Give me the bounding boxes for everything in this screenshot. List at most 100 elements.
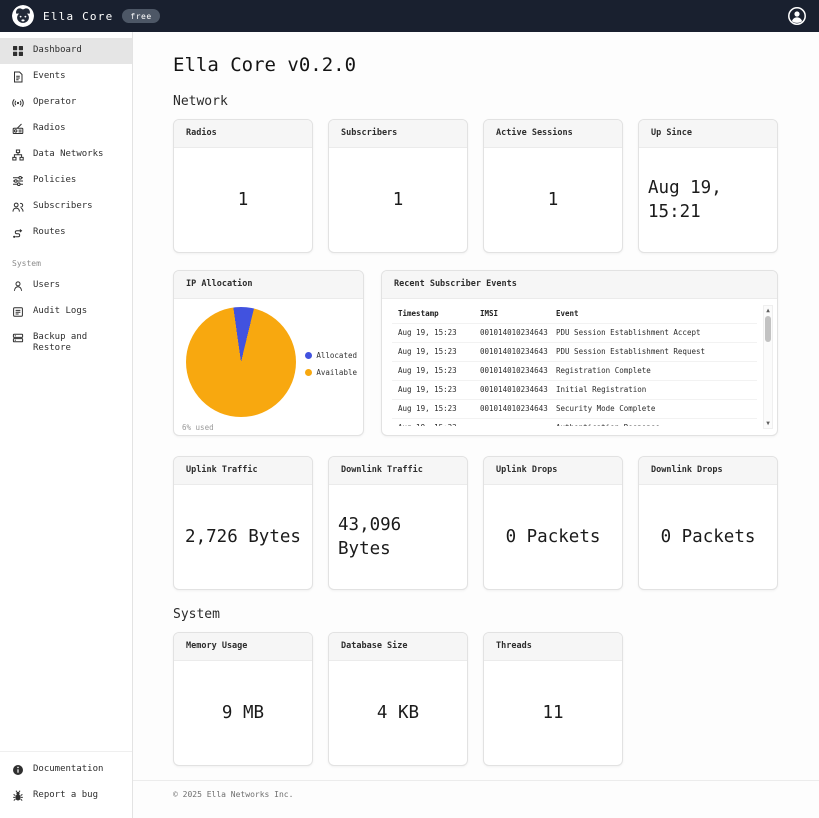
sidebar-item-label: Events: [33, 71, 66, 82]
system-stats-row: Memory Usage 9 MB Database Size 4 KB Thr…: [173, 632, 779, 766]
card-title: IP Allocation: [174, 271, 363, 299]
stat-value: 0 Packets: [661, 525, 756, 549]
cell-event: Authentication Response: [550, 419, 757, 427]
stat-value: 9 MB: [222, 701, 264, 725]
stat-card-uplink-traffic: Uplink Traffic 2,726 Bytes: [173, 456, 313, 590]
stat-card-downlink-traffic: Downlink Traffic 43,096 Bytes: [328, 456, 468, 590]
sidebar-item-documentation[interactable]: Documentation: [0, 757, 132, 783]
ip-usage-label: 6% used: [182, 423, 214, 432]
legend-item-available: Available: [305, 368, 357, 377]
recent-events-card: Recent Subscriber Events Timestamp IMSI …: [381, 270, 778, 436]
info-icon: [12, 764, 24, 776]
sidebar-item-label: Policies: [33, 175, 76, 186]
page-title: Ella Core v0.2.0: [173, 52, 779, 78]
people-icon: [12, 201, 24, 213]
dashboard-icon: [12, 45, 24, 57]
sidebar-item-report-bug[interactable]: Report a bug: [0, 783, 132, 809]
copyright-footer: © 2025 Ella Networks Inc.: [133, 780, 819, 799]
scroll-down-icon[interactable]: ▼: [766, 419, 770, 428]
cell-timestamp: Aug 19, 15:23: [392, 362, 474, 381]
sidebar-item-routes[interactable]: Routes: [0, 220, 132, 246]
card-title: Active Sessions: [484, 120, 622, 148]
sidebar-item-label: Subscribers: [33, 201, 93, 212]
sidebar-item-radios[interactable]: Radios: [0, 116, 132, 142]
backup-icon: [12, 332, 24, 344]
cell-event: PDU Session Establishment Request: [550, 343, 757, 362]
table-row: Aug 19, 15:23001014010234643Registration…: [392, 362, 757, 381]
cell-imsi: 001014010234643: [474, 381, 550, 400]
col-timestamp: Timestamp: [392, 305, 474, 324]
sidebar-item-label: Radios: [33, 123, 66, 134]
sidebar-item-events[interactable]: Events: [0, 64, 132, 90]
sidebar-item-label: Documentation: [33, 764, 103, 775]
card-title: Radios: [174, 120, 312, 148]
card-title: Up Since: [639, 120, 777, 148]
col-event: Event: [550, 305, 757, 324]
sliders-icon: [12, 175, 24, 187]
sidebar-item-policies[interactable]: Policies: [0, 168, 132, 194]
card-title: Subscribers: [329, 120, 467, 148]
ip-allocation-pie: [186, 307, 296, 417]
cell-event: Security Mode Complete: [550, 400, 757, 419]
cell-timestamp: Aug 19, 15:23: [392, 381, 474, 400]
cell-event: Registration Complete: [550, 362, 757, 381]
cell-timestamp: Aug 19, 15:23: [392, 343, 474, 362]
card-title: Database Size: [329, 633, 467, 661]
sidebar-item-data-networks[interactable]: Data Networks: [0, 142, 132, 168]
ella-logo-icon: [12, 5, 34, 27]
scrollbar-thumb[interactable]: [765, 316, 771, 342]
card-title: Downlink Drops: [639, 457, 777, 485]
cell-imsi: 001014010234643: [474, 400, 550, 419]
cell-timestamp: Aug 19, 15:23: [392, 400, 474, 419]
stat-value: Aug 19, 15:21: [648, 176, 768, 224]
col-imsi: IMSI: [474, 305, 550, 324]
stat-value: 11: [542, 701, 563, 725]
app-header: Ella Core free: [0, 0, 819, 32]
stat-card-database-size: Database Size 4 KB: [328, 632, 468, 766]
sidebar-item-label: Operator: [33, 97, 76, 108]
account-button[interactable]: [787, 6, 807, 26]
network-section-label: Network: [173, 94, 779, 110]
sidebar-item-audit-logs[interactable]: Audit Logs: [0, 299, 132, 325]
sidebar-item-backup-restore[interactable]: Backup and Restore: [0, 325, 132, 361]
main-content: Ella Core v0.2.0 Network Radios 1 Subscr…: [133, 32, 819, 818]
sidebar-item-label: Backup and Restore: [33, 332, 120, 354]
stat-card-up-since: Up Since Aug 19, 15:21: [638, 119, 778, 253]
radio-icon: [12, 123, 24, 135]
stat-value: 4 KB: [377, 701, 419, 725]
route-icon: [12, 227, 24, 239]
sidebar-item-label: Report a bug: [33, 790, 98, 801]
events-table-body: Aug 19, 15:23001014010234643PDU Session …: [392, 324, 757, 427]
card-title: Threads: [484, 633, 622, 661]
bug-icon: [12, 790, 24, 802]
cell-event: PDU Session Establishment Accept: [550, 324, 757, 343]
cell-imsi: 001014010234643: [474, 362, 550, 381]
events-scrollbar[interactable]: ▲ ▼: [763, 305, 773, 429]
card-title: Recent Subscriber Events: [382, 271, 777, 299]
cell-event: Initial Registration: [550, 381, 757, 400]
stat-value: 1: [393, 188, 404, 212]
cell-imsi: 001014010234643: [474, 324, 550, 343]
table-row: Aug 19, 15:23001014010234643PDU Session …: [392, 324, 757, 343]
sidebar-item-label: Data Networks: [33, 149, 103, 160]
events-table: Timestamp IMSI Event Aug 19, 15:23001014…: [392, 305, 757, 426]
sidebar-item-users[interactable]: Users: [0, 273, 132, 299]
legend-item-allocated: Allocated: [305, 351, 357, 360]
sidebar-section-system: System: [0, 246, 132, 273]
pie-legend: Allocated Available: [305, 351, 357, 377]
cell-imsi: [474, 419, 550, 427]
account-circle-icon: [787, 6, 807, 26]
stat-value: 0 Packets: [506, 525, 601, 549]
stat-card-threads: Threads 11: [483, 632, 623, 766]
sidebar-item-operator[interactable]: Operator: [0, 90, 132, 116]
events-icon: [12, 71, 24, 83]
system-section-label: System: [173, 607, 779, 623]
charts-row: IP Allocation Allocated Available 6% use…: [173, 270, 779, 436]
ip-allocation-card: IP Allocation Allocated Available 6% use…: [173, 270, 364, 436]
stat-value: 2,726 Bytes: [185, 525, 301, 549]
sidebar-item-subscribers[interactable]: Subscribers: [0, 194, 132, 220]
sidebar-item-dashboard[interactable]: Dashboard: [0, 38, 132, 64]
card-title: Uplink Drops: [484, 457, 622, 485]
stat-card-active-sessions: Active Sessions 1: [483, 119, 623, 253]
scroll-up-icon[interactable]: ▲: [766, 306, 770, 315]
